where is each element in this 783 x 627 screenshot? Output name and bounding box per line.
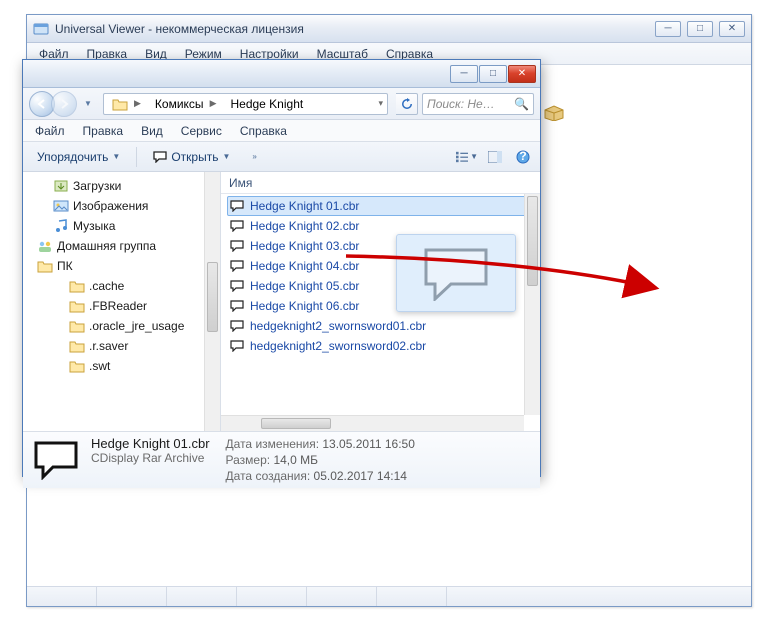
nav-forward-button[interactable] [51,91,77,117]
scrollbar-thumb[interactable] [261,418,331,429]
speech-bubble-icon [230,200,244,212]
scrollbar-thumb[interactable] [527,196,538,286]
tree-item-music[interactable]: Музыка [27,216,220,236]
ex-menu-edit[interactable]: Правка [75,122,132,140]
toolbar-overflow[interactable]: » [244,146,264,168]
package-icon [543,105,565,121]
breadcrumb-dropdown[interactable]: ▾ [376,98,385,109]
file-name: Hedge Knight 04.cbr [250,259,359,273]
tree-item-fbreader[interactable]: .FBReader [27,296,220,316]
file-scrollbar-vertical[interactable] [524,194,540,415]
tree-item-downloads[interactable]: Загрузки [27,176,220,196]
explorer-minimize-button[interactable]: ─ [450,65,478,83]
organize-button[interactable]: Упорядочить ▼ [29,146,128,168]
speech-bubble-icon [230,280,244,292]
file-row[interactable]: Hedge Knight 01.cbr [227,196,540,216]
file-row[interactable]: hedgeknight2_swornsword02.cbr [227,336,540,356]
file-name: Hedge Knight 05.cbr [250,279,359,293]
ex-menu-file[interactable]: Файл [27,122,73,140]
search-icon: 🔍 [514,97,529,111]
folder-tree[interactable]: Загрузки Изображения Музыка Домашняя гру… [23,172,221,431]
breadcrumb-root-icon[interactable]: ▶ [106,94,149,114]
speech-bubble-icon [230,260,244,272]
speech-bubble-icon [421,245,491,301]
file-thumbnail-icon [33,439,79,481]
explorer-titlebar[interactable]: ─ □ ✕ [23,60,540,88]
tree-item-cache[interactable]: .cache [27,276,220,296]
folder-icon [69,278,85,294]
file-row[interactable]: hedgeknight2_swornsword01.cbr [227,316,540,336]
file-name: hedgeknight2_swornsword02.cbr [250,339,426,353]
preview-pane-button[interactable] [484,146,506,168]
details-modified: 13.05.2011 16:50 [322,437,415,451]
file-name: Hedge Knight 01.cbr [250,199,359,213]
uv-title: Universal Viewer - некоммерческая лиценз… [55,22,655,36]
tree-item-oracle[interactable]: .oracle_jre_usage [27,316,220,336]
ex-menu-help[interactable]: Справка [232,122,295,140]
breadcrumb-seg-1[interactable]: Комиксы▶ [149,94,225,114]
explorer-close-button[interactable]: ✕ [508,65,536,83]
uv-titlebar[interactable]: Universal Viewer - некоммерческая лиценз… [27,15,751,43]
ex-menu-view[interactable]: Вид [133,122,171,140]
tree-scrollbar[interactable] [204,172,220,431]
speech-bubble-icon [230,240,244,252]
homegroup-icon [37,238,53,254]
speech-bubble-icon [153,151,167,163]
folder-icon [69,338,85,354]
explorer-navbar: ▼ ▶ Комиксы▶ Hedge Knight ▾ Поиск: He… 🔍 [23,88,540,120]
view-mode-button[interactable]: ▼ [456,146,478,168]
breadcrumb-seg-2[interactable]: Hedge Knight [224,94,309,114]
speech-bubble-icon [230,320,244,332]
drag-ghost [396,234,516,312]
details-filetype: CDisplay Rar Archive [91,451,210,465]
details-size: 14,0 МБ [273,453,318,467]
search-placeholder: Поиск: He… [427,97,495,111]
downloads-icon [53,178,69,194]
column-header-name[interactable]: Имя [221,172,540,194]
file-scrollbar-horizontal[interactable] [221,415,524,431]
ex-menu-service[interactable]: Сервис [173,122,230,140]
app-icon [33,21,49,37]
svg-text:?: ? [519,150,526,163]
explorer-maximize-button[interactable]: □ [479,65,507,83]
speech-bubble-icon [230,220,244,232]
open-button[interactable]: Открыть ▼ [145,146,238,168]
music-icon [53,218,69,234]
details-pane: Hedge Knight 01.cbr CDisplay Rar Archive… [23,432,540,488]
folder-icon [37,258,53,274]
nav-history-dropdown[interactable]: ▼ [81,91,95,117]
breadcrumb[interactable]: ▶ Комиксы▶ Hedge Knight ▾ [103,93,388,115]
help-button[interactable]: ? [512,146,534,168]
file-name: hedgeknight2_swornsword01.cbr [250,319,426,333]
scrollbar-thumb[interactable] [207,262,218,332]
details-filename: Hedge Knight 01.cbr [91,436,210,451]
uv-maximize-button[interactable]: □ [687,21,713,37]
pictures-icon [53,198,69,214]
speech-bubble-icon [230,300,244,312]
uv-statusbar [27,586,751,606]
explorer-toolbar: Упорядочить ▼ Открыть ▼ » ▼ ? [23,142,540,172]
folder-icon [69,358,85,374]
file-name: Hedge Knight 03.cbr [250,239,359,253]
folder-icon [69,318,85,334]
explorer-menubar: Файл Правка Вид Сервис Справка [23,120,540,142]
tree-item-pc[interactable]: ПК [27,256,220,276]
tree-item-swt[interactable]: .swt [27,356,220,376]
speech-bubble-icon [230,340,244,352]
search-input[interactable]: Поиск: He… 🔍 [422,93,534,115]
refresh-button[interactable] [396,93,418,115]
file-row[interactable]: Hedge Knight 02.cbr [227,216,540,236]
file-name: Hedge Knight 02.cbr [250,219,359,233]
tree-item-pictures[interactable]: Изображения [27,196,220,216]
uv-minimize-button[interactable]: ─ [655,21,681,37]
file-name: Hedge Knight 06.cbr [250,299,359,313]
details-created: 05.02.2017 14:14 [314,469,407,483]
tree-item-rsaver[interactable]: .r.saver [27,336,220,356]
folder-icon [69,298,85,314]
tree-item-homegroup[interactable]: Домашняя группа [27,236,220,256]
uv-close-button[interactable]: ✕ [719,21,745,37]
